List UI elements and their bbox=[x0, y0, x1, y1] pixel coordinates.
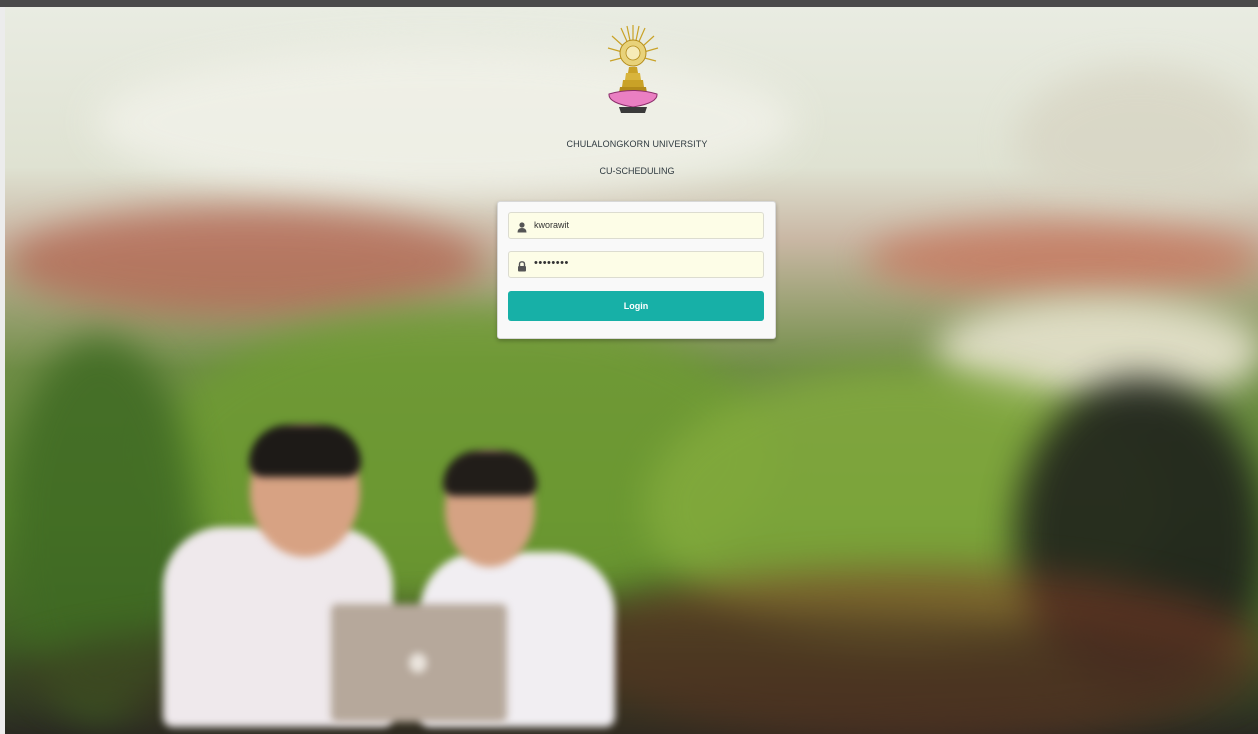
chulalongkorn-emblem-icon bbox=[605, 23, 661, 118]
login-page: CHULALONGKORN UNIVERSITY CU-SCHEDULING k… bbox=[0, 0, 1258, 734]
username-value: kworawit bbox=[534, 220, 570, 230]
password-value: •••••••• bbox=[534, 257, 569, 269]
window-top-border bbox=[0, 0, 1258, 7]
app-name: CU-SCHEDULING bbox=[599, 166, 675, 176]
university-name: CHULALONGKORN UNIVERSITY bbox=[566, 139, 708, 149]
username-field[interactable]: kworawit bbox=[508, 212, 764, 239]
lock-icon bbox=[517, 259, 527, 272]
user-icon bbox=[517, 220, 527, 233]
login-card: kworawit •••••••• Login bbox=[497, 201, 776, 339]
password-field[interactable]: •••••••• bbox=[508, 251, 764, 278]
login-button[interactable]: Login bbox=[508, 291, 764, 321]
